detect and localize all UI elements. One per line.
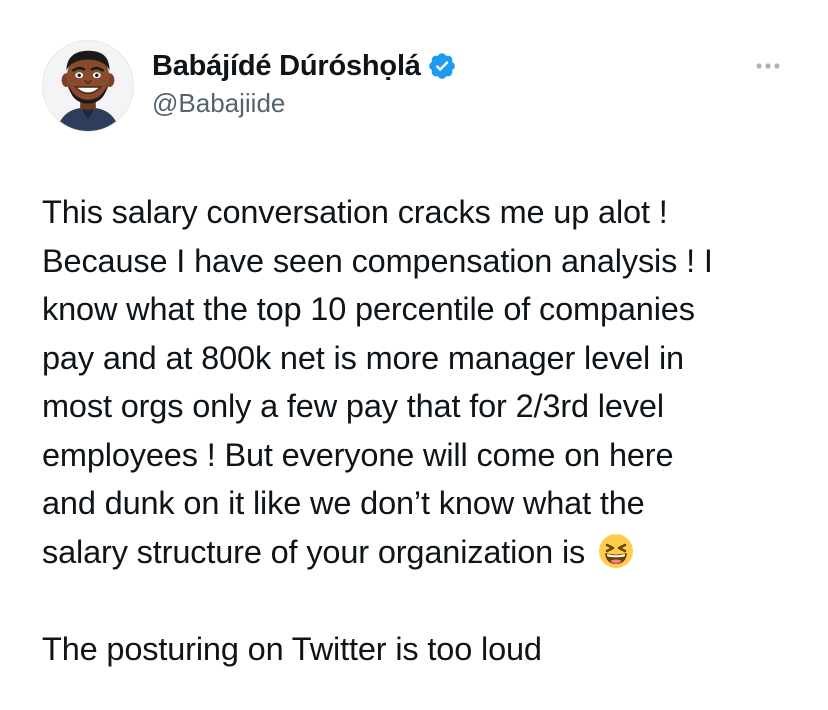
tweet-line: The posturing on Twitter is too loud <box>42 630 542 667</box>
avatar-cartoon-portrait <box>43 41 133 131</box>
tweet-line: employees ! But everyone will come on he… <box>42 436 674 473</box>
tweet-line-last: salary structure of your organization is <box>42 528 812 577</box>
tweet-paragraph-1: This salary conversation cracks me up al… <box>42 188 812 576</box>
avatar[interactable] <box>42 40 134 132</box>
tweet-text: This salary conversation cracks me up al… <box>42 188 812 673</box>
tweet-card: Babájídé Dúróshọlá @Babajiide This salar… <box>0 0 828 710</box>
tweet-paragraph-2: The posturing on Twitter is too loud <box>42 625 812 674</box>
more-horizontal-icon[interactable] <box>750 54 786 78</box>
tweet-line-text: salary structure of your organization is <box>42 533 586 570</box>
grinning-squinting-face-emoji-icon <box>598 533 634 569</box>
author-handle[interactable]: @Babajiide <box>152 88 285 119</box>
verified-badge-icon <box>427 51 457 81</box>
tweet-line: This salary conversation cracks me up al… <box>42 194 668 230</box>
tweet-line: and dunk on it like we don’t know what t… <box>42 485 645 521</box>
author-name-row: Babájídé Dúróshọlá <box>152 46 457 86</box>
tweet-line: Because I have seen compensation analysi… <box>42 242 713 279</box>
tweet-line: pay and at 800k net is more manager leve… <box>42 339 684 376</box>
tweet-line: most orgs only a few pay that for 2/3rd … <box>42 388 664 424</box>
display-name[interactable]: Babájídé Dúróshọlá <box>152 50 421 83</box>
tweet-line: know what the top 10 percentile of compa… <box>42 291 695 327</box>
